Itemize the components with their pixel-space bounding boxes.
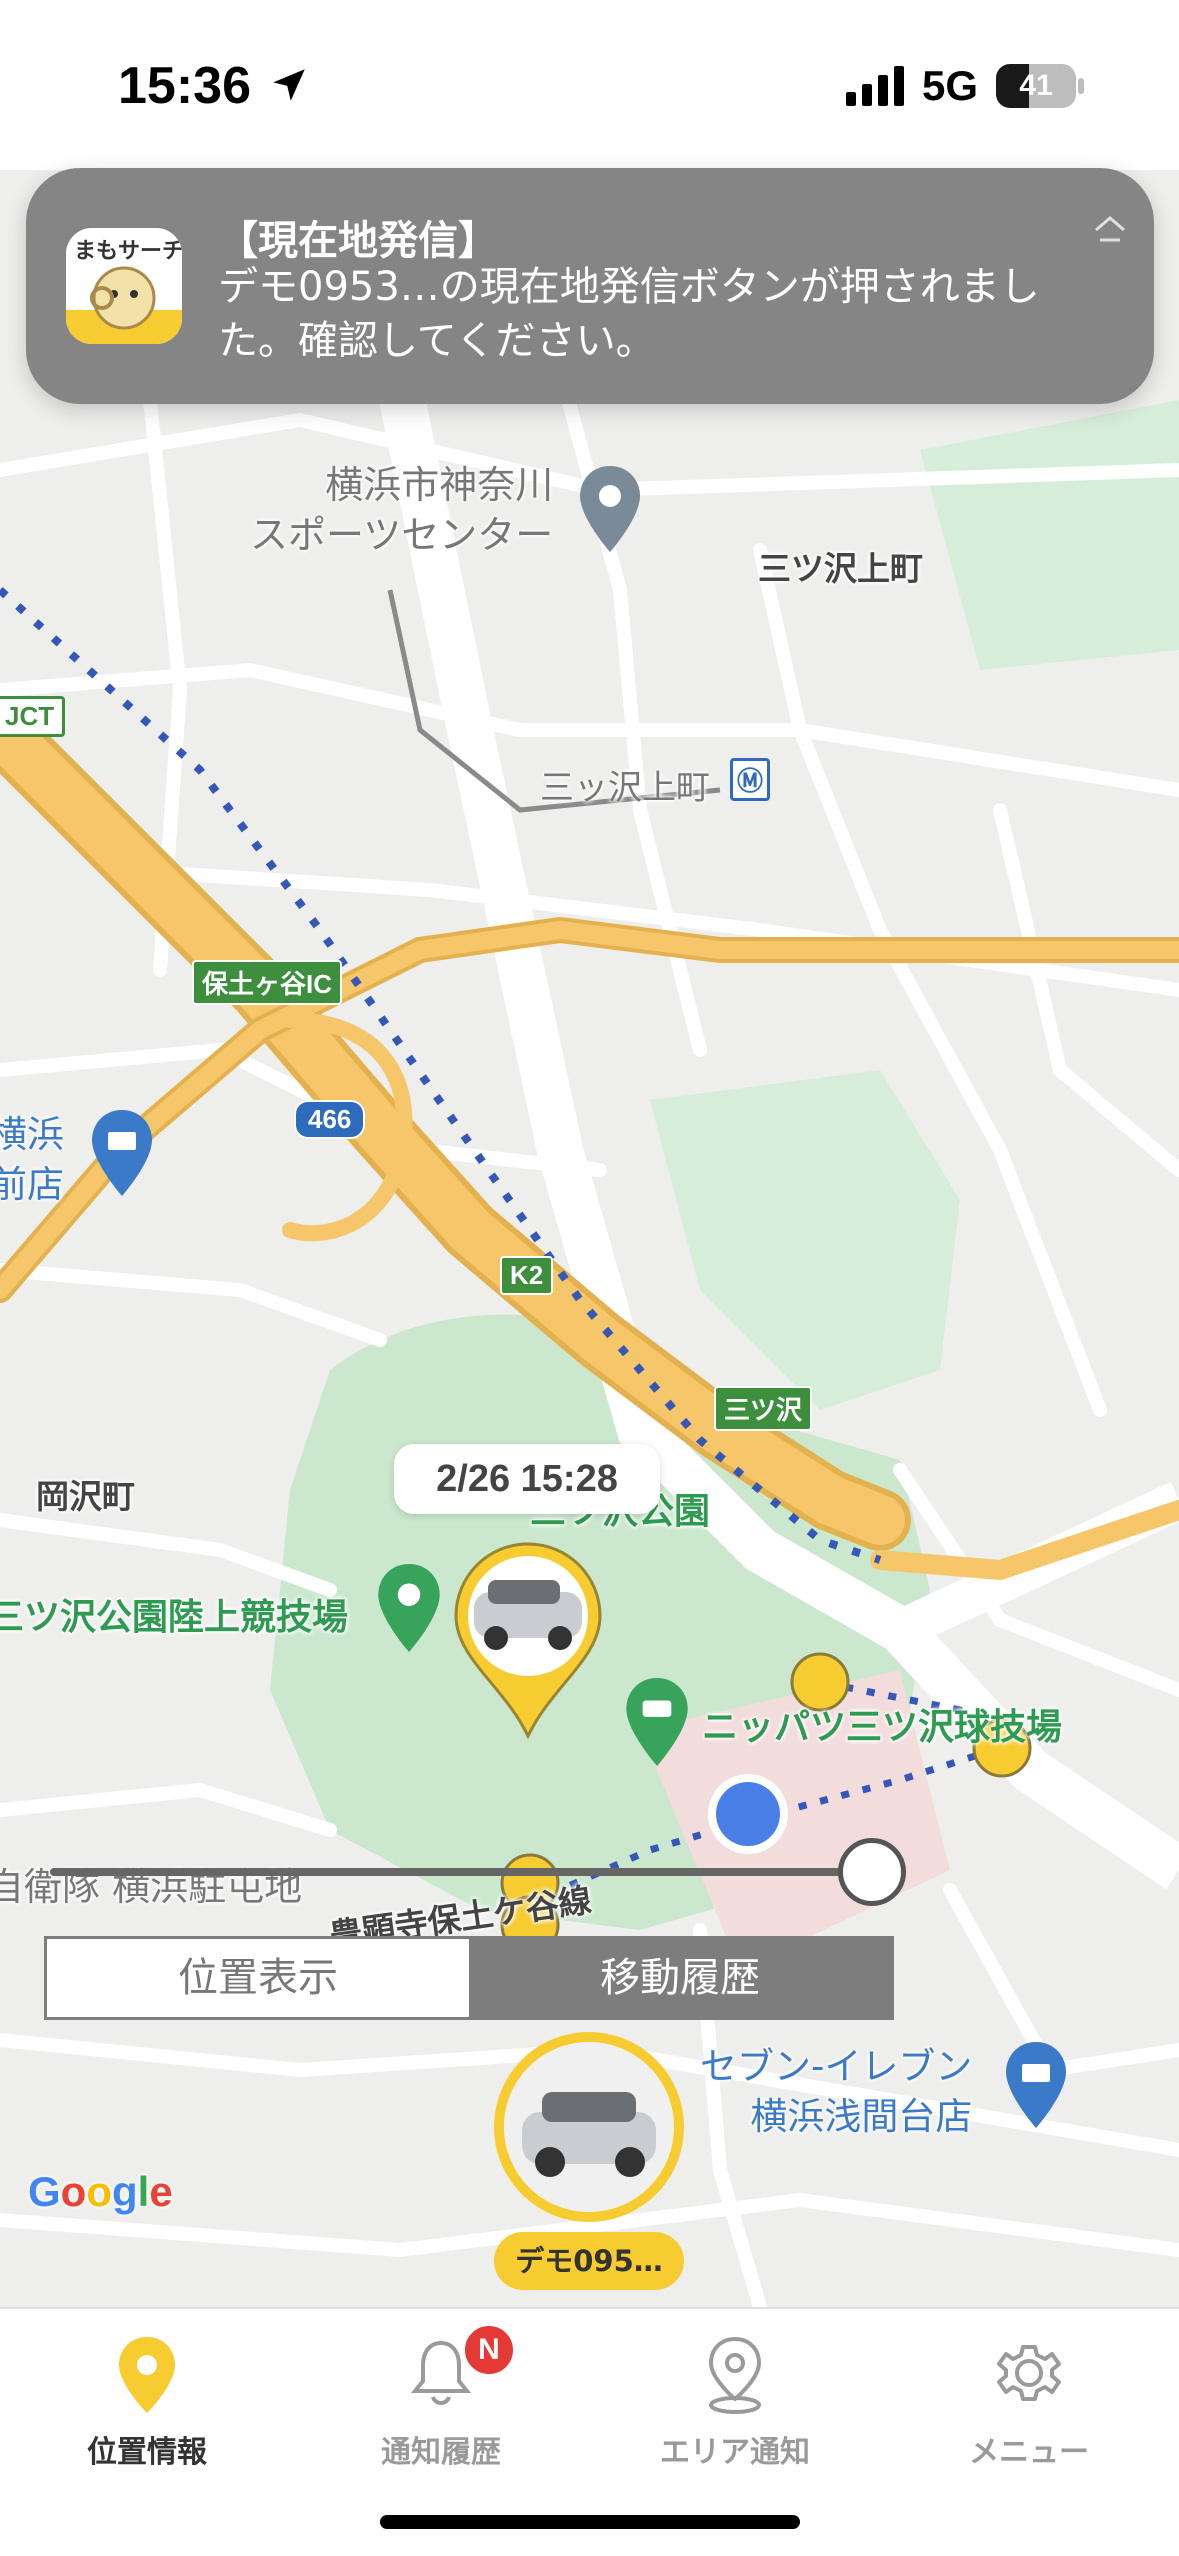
- tab-label: メニュー: [969, 2435, 1089, 2470]
- notification-banner[interactable]: まもサーチ 【現在地発信】 デモ0953…の現在地発信ボタンが押されました。確認…: [26, 168, 1154, 404]
- tab-label: 通知履歴: [381, 2435, 501, 2470]
- status-bar: 15:36 5G 41: [0, 0, 1179, 170]
- location-arrow-icon: [273, 69, 305, 101]
- battery-icon: 41: [996, 64, 1076, 108]
- notification-body: デモ0953…の現在地発信ボタンが押されました。確認してください。: [218, 264, 1040, 364]
- map-pin-icon: [119, 2337, 175, 2413]
- gear-icon: [997, 2345, 1061, 2401]
- home-indicator[interactable]: [380, 2515, 800, 2529]
- device-history-pin[interactable]: [452, 1540, 604, 1740]
- svg-text:まもサーチ: まもサーチ: [74, 239, 182, 264]
- park-pin-icon[interactable]: [378, 1564, 440, 1652]
- device-avatar[interactable]: [494, 2032, 684, 2222]
- tab-location[interactable]: 位置表示: [47, 1939, 469, 2017]
- tab-notification-history[interactable]: N 通知履歴: [294, 2309, 588, 2489]
- battery-tip: [1078, 78, 1084, 94]
- tab-location-info[interactable]: 位置情報: [0, 2309, 294, 2489]
- label-mitsuzawa-sign: 三ツ沢: [714, 1386, 813, 1431]
- notification-title: 【現在地発信】: [218, 218, 498, 264]
- label-jct: JCT: [0, 696, 66, 737]
- tab-label: 位置情報: [87, 2435, 207, 2470]
- app-icon: まもサーチ: [66, 228, 182, 344]
- subway-icon: Ⓜ: [730, 758, 771, 801]
- battery-level: 41: [1019, 69, 1053, 102]
- tab-area-notification[interactable]: エリア通知: [588, 2309, 882, 2489]
- history-slider-track[interactable]: [50, 1868, 874, 1876]
- tab-history[interactable]: 移動履歴: [469, 1939, 891, 2017]
- poi-pin-icon[interactable]: [580, 466, 640, 552]
- label-sports-center: 横浜市神奈川 スポーツセンター: [250, 463, 554, 557]
- cellular-signal-icon: [846, 66, 904, 106]
- label-yokohama-store: 横浜 前店: [0, 1113, 64, 1206]
- k2-shield: K2: [500, 1256, 554, 1295]
- route-466-shield: 466: [294, 1100, 366, 1139]
- history-time-bubble: 2/26 15:28: [394, 1444, 660, 1514]
- tab-label: エリア通知: [660, 2435, 810, 2470]
- label-nippatsu: ニッパツ三ツ沢球技場: [702, 1707, 1063, 1748]
- device-name-label[interactable]: デモ095…: [494, 2232, 684, 2290]
- notification-badge: N: [462, 2323, 516, 2377]
- label-stadium: 三ツ沢公園陸上競技場: [0, 1597, 349, 1638]
- label-seven-eleven: セブン-イレブン 横浜浅間台店: [700, 2045, 973, 2138]
- stadium-pin-icon[interactable]: [626, 1678, 688, 1766]
- expand-icon[interactable]: [1092, 214, 1128, 244]
- tab-menu[interactable]: メニュー: [882, 2309, 1176, 2489]
- label-hodogaya-ic: 保土ヶ谷IC: [192, 960, 343, 1005]
- status-time: 15:36: [118, 57, 251, 115]
- history-slider-thumb[interactable]: [838, 1838, 906, 1906]
- label-station: 三ッ沢上町: [540, 768, 710, 808]
- label-okazawa: 岡沢町: [36, 1477, 135, 1516]
- convenience-store-pin-icon[interactable]: [1006, 2042, 1066, 2128]
- label-sdf: 自衛隊 横浜駐屯地: [0, 1865, 303, 1909]
- label-mitsuzawa-kamicho: 三ツ沢上町: [758, 549, 923, 588]
- google-logo: Google: [28, 2168, 173, 2215]
- area-pin-icon: [708, 2336, 762, 2414]
- network-type: 5G: [922, 62, 979, 109]
- store-pin-icon[interactable]: [92, 1110, 152, 1196]
- view-mode-segmented: 位置表示 移動履歴: [44, 1936, 894, 2020]
